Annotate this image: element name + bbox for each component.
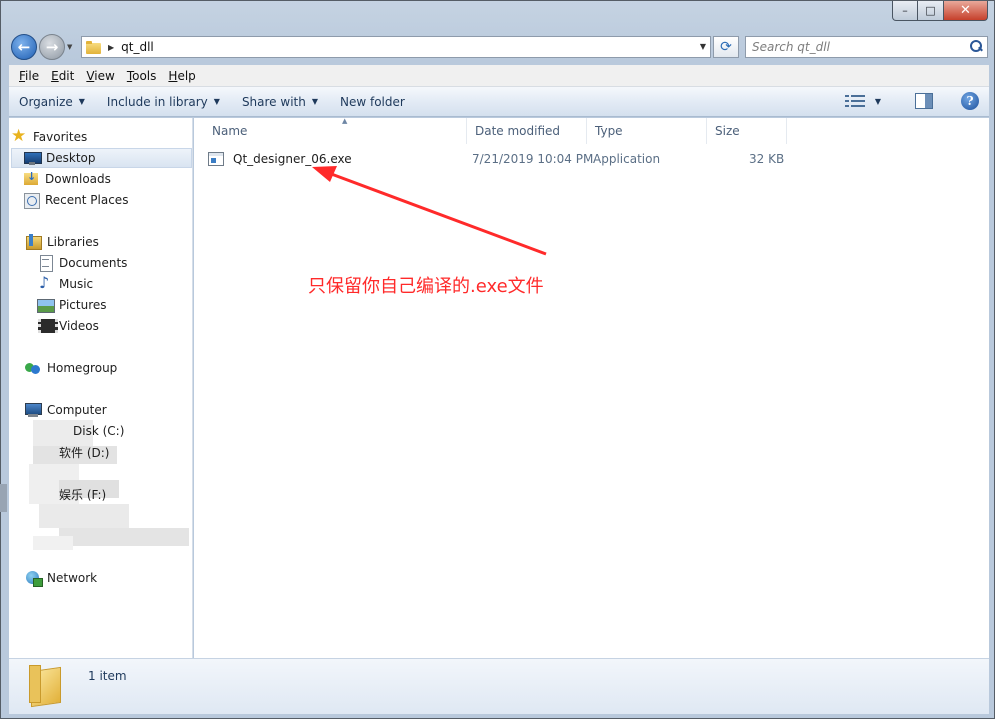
annotation-arrow-shaft: [325, 170, 547, 256]
sidebar-item-downloads[interactable]: Downloads: [23, 169, 191, 189]
sidebar-item-desktop[interactable]: Desktop: [11, 148, 192, 168]
share-with-button[interactable]: Share with ▼: [232, 95, 330, 109]
sidebar-item-pictures[interactable]: Pictures: [37, 295, 192, 315]
navigation-pane: Favorites Desktop Downloads Recent Place…: [9, 118, 193, 658]
sidebar-item-libraries[interactable]: Libraries: [25, 232, 192, 252]
explorer-window: – □ ✕ ← → ▼ ▶ qt_dll ▼ ⟳ File Edit View …: [0, 0, 995, 719]
sidebar-item-recent-places[interactable]: Recent Places: [23, 190, 191, 210]
new-folder-button[interactable]: New folder: [330, 95, 417, 109]
breadcrumb-current[interactable]: qt_dll: [121, 40, 154, 54]
toolbar-right-controls: ▼ ?: [844, 92, 979, 110]
refresh-icon: ⟳: [720, 39, 732, 55]
caret-down-icon: ▼: [311, 97, 318, 106]
caret-down-icon: ▼: [78, 97, 85, 106]
menu-help[interactable]: Help: [162, 69, 201, 83]
menu-file[interactable]: File: [13, 69, 45, 83]
folder-icon: [86, 40, 102, 54]
annotation-arrow-head: [312, 166, 337, 182]
back-arrow-icon: ←: [17, 38, 31, 56]
address-bar[interactable]: ▶ qt_dll ▼: [81, 36, 711, 58]
column-header-type[interactable]: Type: [587, 118, 707, 144]
file-list-pane: ▲ Name Date modified Type Size Qt_design…: [194, 117, 989, 658]
preview-pane-icon[interactable]: [915, 93, 933, 109]
annotation-text: 只保留你自己编译的.exe文件: [308, 276, 544, 297]
pictures-icon: [37, 297, 55, 313]
sidebar-item-computer[interactable]: Computer: [25, 400, 192, 420]
menu-bar: File Edit View Tools Help: [9, 65, 989, 87]
annotation-arrow: [312, 166, 547, 256]
homegroup-icon: [25, 360, 41, 376]
help-icon[interactable]: ?: [961, 92, 979, 110]
sidebar-item-videos[interactable]: Videos: [37, 316, 192, 336]
documents-icon: [37, 255, 53, 272]
minimize-button[interactable]: –: [892, 1, 918, 21]
search-input[interactable]: [752, 40, 957, 54]
forward-button[interactable]: →: [39, 34, 65, 60]
breadcrumb-chevron-icon[interactable]: ▶: [108, 43, 114, 52]
item-count: 1 item: [88, 669, 127, 683]
recent-places-icon: [23, 192, 40, 209]
network-icon: [25, 570, 43, 587]
address-dropdown-icon[interactable]: ▼: [700, 42, 706, 51]
computer-icon: [25, 402, 42, 418]
sidebar-item-network[interactable]: Network: [25, 568, 192, 588]
downloads-icon: [23, 170, 39, 187]
recent-pages-dropdown-icon[interactable]: ▼: [67, 43, 72, 51]
menu-edit[interactable]: Edit: [45, 69, 80, 83]
search-box[interactable]: [745, 36, 988, 58]
file-type: Application: [593, 152, 661, 166]
view-options-dropdown-icon[interactable]: ▼: [875, 97, 881, 106]
folder-icon: [29, 665, 65, 705]
caret-down-icon: ▼: [213, 97, 220, 106]
sidebar-item-music[interactable]: Music: [37, 273, 192, 294]
back-button[interactable]: ←: [11, 34, 37, 60]
menu-tools[interactable]: Tools: [121, 69, 163, 83]
forward-arrow-icon: →: [45, 38, 59, 56]
navigation-bar: ← → ▼ ▶ qt_dll ▼ ⟳: [9, 33, 989, 61]
libraries-icon: [25, 234, 42, 250]
include-in-library-button[interactable]: Include in library ▼: [97, 95, 232, 109]
caption-buttons: – □ ✕: [892, 1, 988, 21]
videos-icon: [37, 318, 58, 334]
music-icon: [37, 273, 53, 292]
command-toolbar: Organize ▼ Include in library ▼ Share with…: [9, 87, 989, 117]
maximize-button[interactable]: □: [918, 1, 944, 21]
star-icon: [11, 126, 27, 146]
file-size: 32 KB: [749, 152, 785, 166]
sidebar-item-documents[interactable]: Documents: [37, 253, 192, 273]
change-view-icon[interactable]: [844, 94, 865, 108]
sidebar-item-favorites[interactable]: Favorites: [11, 126, 191, 147]
sidebar-item-drive-d[interactable]: 软件 (D:): [59, 442, 169, 462]
column-header-size[interactable]: Size: [707, 118, 787, 144]
desktop-icon: [24, 150, 42, 166]
background-window-edge: [0, 484, 7, 512]
sidebar-item-drive-f[interactable]: 娱乐 (F:): [59, 484, 169, 504]
organize-button[interactable]: Organize ▼: [9, 95, 97, 109]
search-icon[interactable]: [969, 40, 983, 54]
menu-view[interactable]: View: [80, 69, 120, 83]
close-button[interactable]: ✕: [944, 1, 988, 21]
sidebar-item-drive-c[interactable]: Disk (C:): [73, 421, 183, 441]
details-pane: 1 item: [9, 658, 989, 714]
refresh-button[interactable]: ⟳: [713, 36, 739, 58]
sidebar-item-homegroup[interactable]: Homegroup: [25, 358, 192, 378]
